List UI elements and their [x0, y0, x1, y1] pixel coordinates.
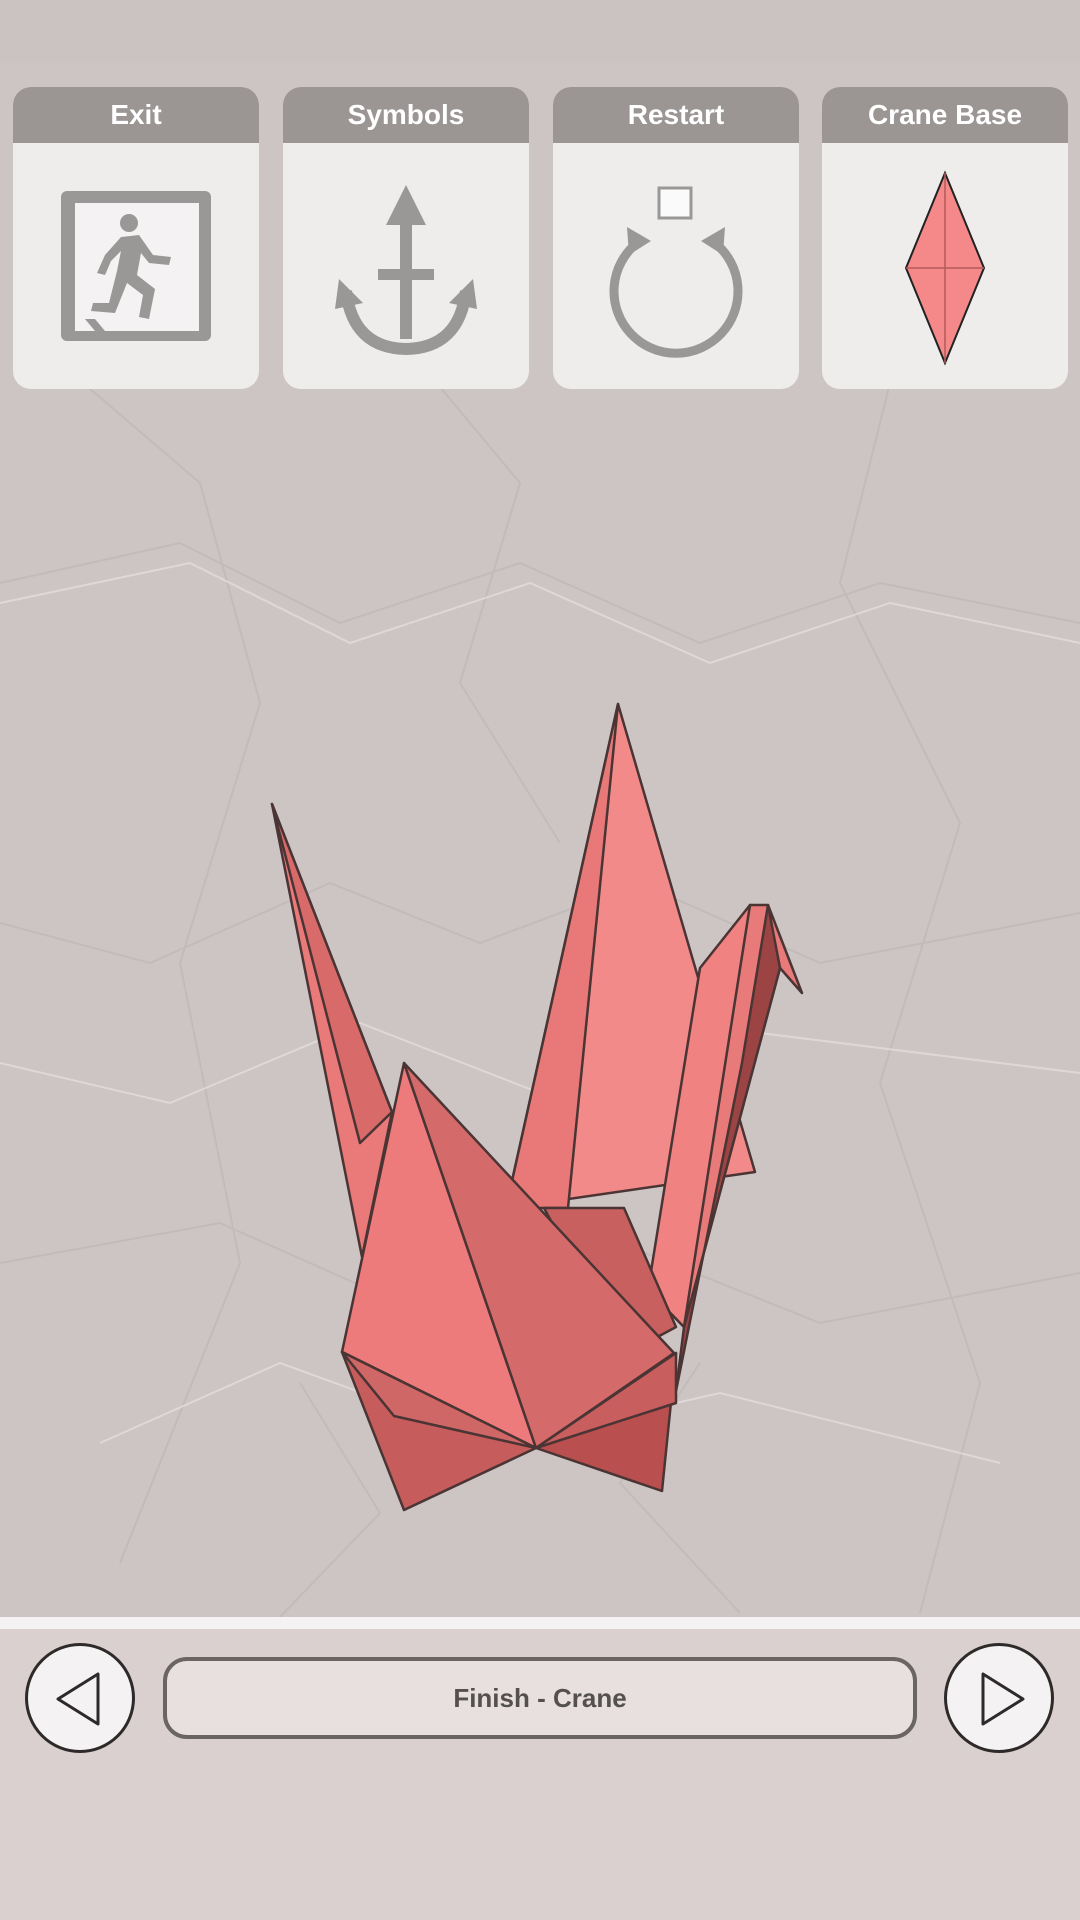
origami-crane-model	[270, 702, 804, 1512]
bottom-divider	[0, 1617, 1080, 1629]
previous-step-button[interactable]	[25, 1643, 135, 1753]
next-step-button[interactable]	[944, 1643, 1054, 1753]
next-arrow-icon	[981, 1672, 1025, 1726]
previous-arrow-icon	[56, 1672, 100, 1726]
step-title: Finish - Crane	[163, 1657, 917, 1739]
status-bar	[0, 0, 1080, 63]
